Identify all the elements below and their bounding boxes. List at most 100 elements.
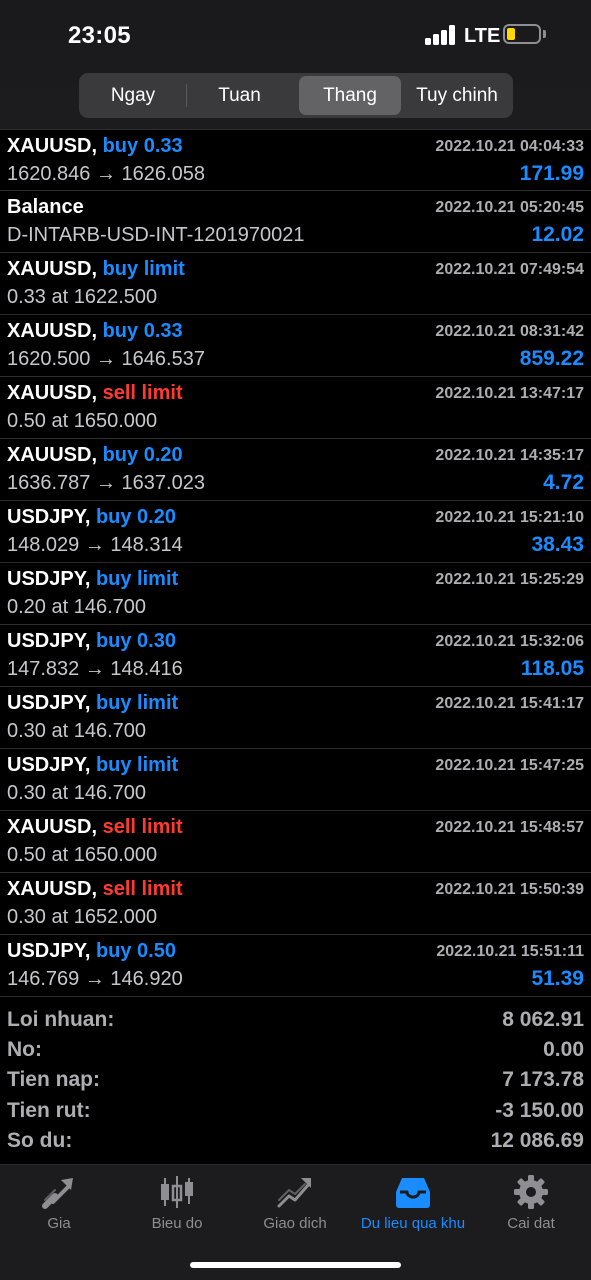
order-time: 2022.10.21 15:51:11	[436, 943, 584, 960]
tab-cai-dat[interactable]: Cai dat	[472, 1165, 590, 1237]
order-type: buy 0.20	[95, 506, 176, 528]
order-symbol: USDJPY, buy 0.20	[7, 506, 176, 529]
order-symbol: USDJPY, buy limit	[7, 692, 178, 715]
order-row[interactable]: XAUUSD, sell limit 2022.10.21 15:48:57 0.5…	[0, 811, 591, 873]
price-arrows-icon	[41, 1174, 77, 1210]
order-row[interactable]: USDJPY, buy limit 2022.10.21 15:47:25 0.30…	[0, 749, 591, 811]
order-type: buy limit	[95, 568, 179, 590]
order-detail: 0.30 at 146.700	[7, 782, 147, 804]
order-symbol: USDJPY, buy limit	[7, 754, 178, 777]
order-profit: 12.02	[531, 223, 584, 246]
order-row[interactable]: USDJPY, buy 0.30 2022.10.21 15:32:06 147.8…	[0, 625, 591, 687]
order-type: buy limit	[95, 754, 179, 776]
order-type: buy limit	[95, 692, 179, 714]
order-symbol-label: USDJPY,	[7, 568, 91, 590]
orders-list: XAUUSD, buy 0.33 2022.10.21 04:04:33 1620.…	[0, 129, 591, 997]
order-time: 2022.10.21 14:35:17	[435, 447, 584, 464]
order-time: 2022.10.21 15:41:17	[435, 695, 584, 712]
summary-row: Loi nhuan: 8 062.91	[0, 1008, 591, 1038]
order-profit: 118.05	[520, 657, 584, 680]
tab-label: Giao dich	[263, 1215, 327, 1232]
order-profit: 38.43	[531, 533, 584, 556]
order-time: 2022.10.21 15:47:25	[435, 757, 584, 774]
order-symbol: USDJPY, buy 0.30	[7, 630, 176, 653]
order-time: 2022.10.21 05:20:45	[435, 199, 584, 216]
order-profit: 51.39	[531, 967, 584, 990]
segment-ngay[interactable]: Ngay	[82, 76, 184, 115]
order-detail: 147.832 → 148.416	[7, 658, 183, 680]
order-profit: 4.72	[543, 471, 584, 494]
order-type: sell limit	[102, 382, 183, 404]
order-row[interactable]: XAUUSD, buy limit 2022.10.21 07:49:54 0.33…	[0, 253, 591, 315]
order-time: 2022.10.21 15:21:10	[435, 509, 584, 526]
top-header: 23:05 LTE Ngay Tuan Thang Tuy chinh	[0, 0, 591, 129]
order-symbol: XAUUSD, buy 0.20	[7, 444, 183, 467]
battery-cap	[543, 30, 546, 38]
tab-bieu-do[interactable]: Bieu do	[118, 1165, 236, 1237]
order-symbol: XAUUSD, sell limit	[7, 878, 183, 901]
network-type: LTE	[464, 25, 501, 47]
order-type: buy 0.33	[102, 135, 183, 157]
order-row[interactable]: Balance 2022.10.21 05:20:45 D-INTARB-USD-I…	[0, 191, 591, 253]
summary-label: No:	[7, 1038, 42, 1062]
tab-giao-dich[interactable]: Giao dich	[236, 1165, 354, 1237]
order-time: 2022.10.21 15:48:57	[435, 819, 584, 836]
status-time: 23:05	[68, 22, 131, 49]
order-detail: 0.50 at 1650.000	[7, 844, 158, 866]
order-symbol: XAUUSD, sell limit	[7, 382, 183, 405]
order-symbol: XAUUSD, sell limit	[7, 816, 183, 839]
segment-tuy-chinh[interactable]: Tuy chinh	[404, 76, 510, 115]
order-time: 2022.10.21 15:50:39	[435, 881, 584, 898]
tab-label: Bieu do	[151, 1215, 203, 1232]
summary-row: No: 0.00	[0, 1038, 591, 1068]
order-type: buy limit	[102, 258, 185, 280]
candlestick-chart-icon	[159, 1174, 195, 1210]
tab-gia[interactable]: Gia	[0, 1165, 118, 1237]
order-time: 2022.10.21 15:25:29	[435, 571, 584, 588]
order-symbol-label: XAUUSD,	[7, 320, 98, 342]
order-row[interactable]: USDJPY, buy limit 2022.10.21 15:25:29 0.20…	[0, 563, 591, 625]
order-row[interactable]: XAUUSD, sell limit 2022.10.21 15:50:39 0.3…	[0, 873, 591, 935]
segment-tuan[interactable]: Tuan	[189, 76, 290, 115]
summary-value: 0.00	[543, 1038, 584, 1062]
order-time: 2022.10.21 13:47:17	[435, 385, 584, 402]
order-detail: 146.769 → 146.920	[7, 968, 183, 990]
order-symbol-label: USDJPY,	[7, 506, 91, 528]
order-row[interactable]: XAUUSD, sell limit 2022.10.21 13:47:17 0.5…	[0, 377, 591, 439]
summary-row: Tien nap: 7 173.78	[0, 1068, 591, 1098]
order-detail: D-INTARB-USD-INT-1201970021	[7, 224, 305, 246]
segment-thang[interactable]: Thang	[299, 76, 401, 115]
cellular-signal-icon	[425, 25, 457, 45]
order-symbol-label: XAUUSD,	[7, 135, 98, 157]
order-row[interactable]: XAUUSD, buy 0.33 2022.10.21 04:04:33 1620.…	[0, 129, 591, 191]
order-symbol-label: USDJPY,	[7, 630, 91, 652]
tab-label: Du lieu qua khu	[360, 1215, 466, 1232]
order-row[interactable]: XAUUSD, buy 0.20 2022.10.21 14:35:17 1636.…	[0, 439, 591, 501]
order-time: 2022.10.21 08:31:42	[435, 323, 584, 340]
order-symbol: USDJPY, buy 0.50	[7, 940, 176, 963]
order-profit: 859.22	[519, 347, 584, 370]
order-profit: 171.99	[519, 162, 584, 185]
order-symbol: XAUUSD, buy 0.33	[7, 320, 183, 343]
segment-divider	[186, 84, 187, 107]
order-time: 2022.10.21 07:49:54	[435, 261, 584, 278]
order-row[interactable]: USDJPY, buy 0.20 2022.10.21 15:21:10 148.0…	[0, 501, 591, 563]
tab-du-lieu-qua-khu[interactable]: Du lieu qua khu	[354, 1165, 472, 1237]
order-detail: 1636.787 → 1637.023	[7, 472, 205, 494]
order-row[interactable]: XAUUSD, buy 0.33 2022.10.21 08:31:42 1620.…	[0, 315, 591, 377]
order-detail: 0.20 at 146.700	[7, 596, 147, 618]
order-symbol-label: USDJPY,	[7, 754, 91, 776]
summary-label: So du:	[7, 1128, 73, 1152]
order-row[interactable]: USDJPY, buy 0.50 2022.10.21 15:51:11 146.7…	[0, 935, 591, 997]
status-bar: 23:05 LTE	[0, 0, 591, 70]
order-type: buy 0.30	[95, 630, 176, 652]
order-type: buy 0.20	[102, 444, 183, 466]
order-row[interactable]: USDJPY, buy limit 2022.10.21 15:41:17 0.30…	[0, 687, 591, 749]
order-symbol-label: Balance	[7, 196, 84, 218]
order-symbol-label: USDJPY,	[7, 940, 91, 962]
summary-row: So du: 12 086.69	[0, 1129, 591, 1159]
battery-icon	[503, 24, 541, 44]
history-inbox-icon	[395, 1174, 431, 1210]
order-detail: 0.30 at 146.700	[7, 720, 147, 742]
tab-label: Cai dat	[507, 1215, 555, 1232]
